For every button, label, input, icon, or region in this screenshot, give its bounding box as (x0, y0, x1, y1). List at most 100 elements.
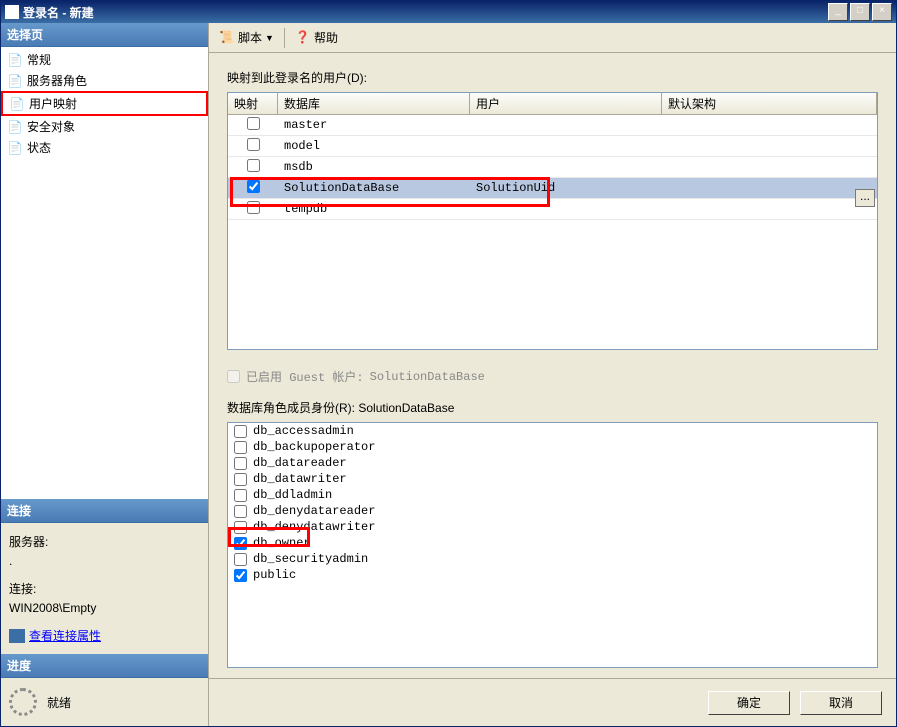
db-cell: model (278, 139, 470, 153)
script-icon: 📜 (219, 30, 235, 46)
progress-panel: 就绪 (1, 678, 208, 726)
role-item[interactable]: db_datawriter (228, 471, 877, 487)
grid-header: 映射 数据库 用户 默认架构 (228, 93, 877, 115)
script-button[interactable]: 📜 脚本 ▼ (215, 27, 278, 48)
nav-label: 用户映射 (29, 95, 77, 112)
map-checkbox[interactable] (247, 201, 260, 214)
titlebar[interactable]: 登录名 - 新建 _ □ × (1, 1, 896, 23)
col-db[interactable]: 数据库 (278, 93, 470, 114)
link-text: 查看连接属性 (29, 627, 101, 644)
map-checkbox[interactable] (247, 117, 260, 130)
map-checkbox[interactable] (247, 159, 260, 172)
dialog-footer: 确定 取消 (209, 678, 896, 726)
role-checkbox[interactable] (234, 553, 247, 566)
separator (284, 28, 285, 48)
db-cell: tempdb (278, 202, 470, 216)
ok-button[interactable]: 确定 (708, 691, 790, 715)
guest-label: 已启用 Guest 帐户: (246, 368, 364, 385)
role-name: db_datareader (253, 456, 347, 470)
select-page-header: 选择页 (1, 23, 208, 47)
cancel-button[interactable]: 取消 (800, 691, 882, 715)
connection-value: WIN2008\Empty (9, 601, 200, 615)
role-name: db_securityadmin (253, 552, 368, 566)
help-button[interactable]: ❓ 帮助 (291, 27, 342, 48)
role-checkbox[interactable] (234, 457, 247, 470)
table-row[interactable]: msdb (228, 157, 877, 178)
nav-label: 安全对象 (27, 118, 75, 135)
role-name: db_accessadmin (253, 424, 354, 438)
roles-label: 数据库角色成员身份(R): SolutionDataBase (227, 399, 878, 416)
page-icon: 📄 (9, 97, 25, 111)
guest-db: SolutionDataBase (370, 370, 485, 384)
user-mapping-grid[interactable]: 映射 数据库 用户 默认架构 master model msdb SolutionDa… (227, 92, 878, 350)
col-map[interactable]: 映射 (228, 93, 278, 114)
role-checkbox[interactable] (234, 537, 247, 550)
role-checkbox[interactable] (234, 425, 247, 438)
page-icon: 📄 (7, 141, 23, 155)
page-icon: 📄 (7, 120, 23, 134)
role-checkbox[interactable] (234, 489, 247, 502)
role-item[interactable]: db_owner (228, 535, 877, 551)
sidebar: 选择页 📄 常规 📄 服务器角色 📄 用户映射 📄 安全对象 (1, 23, 209, 726)
maximize-button[interactable]: □ (850, 3, 870, 21)
role-name: db_owner (253, 536, 311, 550)
roles-list[interactable]: db_accessadmindb_backupoperatordb_datare… (227, 422, 878, 668)
guest-checkbox (227, 370, 240, 383)
minimize-button[interactable]: _ (828, 3, 848, 21)
role-checkbox[interactable] (234, 441, 247, 454)
nav-user-mapping[interactable]: 📄 用户映射 (1, 91, 208, 116)
role-item[interactable]: db_denydatareader (228, 503, 877, 519)
role-item[interactable]: db_datareader (228, 455, 877, 471)
window-title: 登录名 - 新建 (23, 4, 828, 21)
view-connection-properties-link[interactable]: 查看连接属性 (9, 627, 200, 644)
help-icon: ❓ (295, 30, 311, 46)
nav-label: 常规 (27, 51, 51, 68)
role-item[interactable]: db_backupoperator (228, 439, 877, 455)
role-item[interactable]: db_ddladmin (228, 487, 877, 503)
col-schema[interactable]: 默认架构 (662, 93, 877, 114)
nav-label: 服务器角色 (27, 72, 87, 89)
connection-header: 连接 (1, 499, 208, 523)
progress-status: 就绪 (47, 694, 71, 711)
login-new-dialog: 登录名 - 新建 _ □ × 选择页 📄 常规 📄 服务器角色 📄 用户映射 (0, 0, 897, 727)
role-item[interactable]: db_securityadmin (228, 551, 877, 567)
role-item[interactable]: public (228, 567, 877, 583)
table-row[interactable]: tempdb (228, 199, 877, 220)
db-cell: msdb (278, 160, 470, 174)
page-nav-list: 📄 常规 📄 服务器角色 📄 用户映射 📄 安全对象 📄 状态 (1, 47, 208, 160)
role-name: db_ddladmin (253, 488, 332, 502)
app-icon (5, 5, 19, 19)
role-item[interactable]: db_denydatawriter (228, 519, 877, 535)
role-name: db_denydatawriter (253, 520, 375, 534)
table-row[interactable]: SolutionDataBaseSolutionUid (228, 178, 877, 199)
properties-icon (9, 629, 25, 643)
server-label: 服务器: (9, 533, 200, 550)
role-name: db_denydatareader (253, 504, 375, 518)
toolbar: 📜 脚本 ▼ ❓ 帮助 (209, 23, 896, 53)
role-name: public (253, 568, 296, 582)
dropdown-icon: ▼ (265, 33, 274, 43)
table-row[interactable]: master (228, 115, 877, 136)
col-user[interactable]: 用户 (470, 93, 662, 114)
user-cell: SolutionUid (470, 181, 662, 195)
roles-label-db: SolutionDataBase (358, 401, 454, 415)
nav-general[interactable]: 📄 常规 (1, 49, 208, 70)
role-checkbox[interactable] (234, 569, 247, 582)
role-checkbox[interactable] (234, 521, 247, 534)
role-name: db_datawriter (253, 472, 347, 486)
db-cell: master (278, 118, 470, 132)
nav-securables[interactable]: 📄 安全对象 (1, 116, 208, 137)
nav-label: 状态 (27, 139, 51, 156)
mapping-label: 映射到此登录名的用户(D): (227, 69, 878, 86)
role-checkbox[interactable] (234, 473, 247, 486)
close-button[interactable]: × (872, 3, 892, 21)
page-icon: 📄 (7, 53, 23, 67)
role-checkbox[interactable] (234, 505, 247, 518)
progress-spinner-icon (9, 688, 37, 716)
table-row[interactable]: model (228, 136, 877, 157)
map-checkbox[interactable] (247, 180, 260, 193)
nav-server-roles[interactable]: 📄 服务器角色 (1, 70, 208, 91)
nav-status[interactable]: 📄 状态 (1, 137, 208, 158)
role-item[interactable]: db_accessadmin (228, 423, 877, 439)
map-checkbox[interactable] (247, 138, 260, 151)
